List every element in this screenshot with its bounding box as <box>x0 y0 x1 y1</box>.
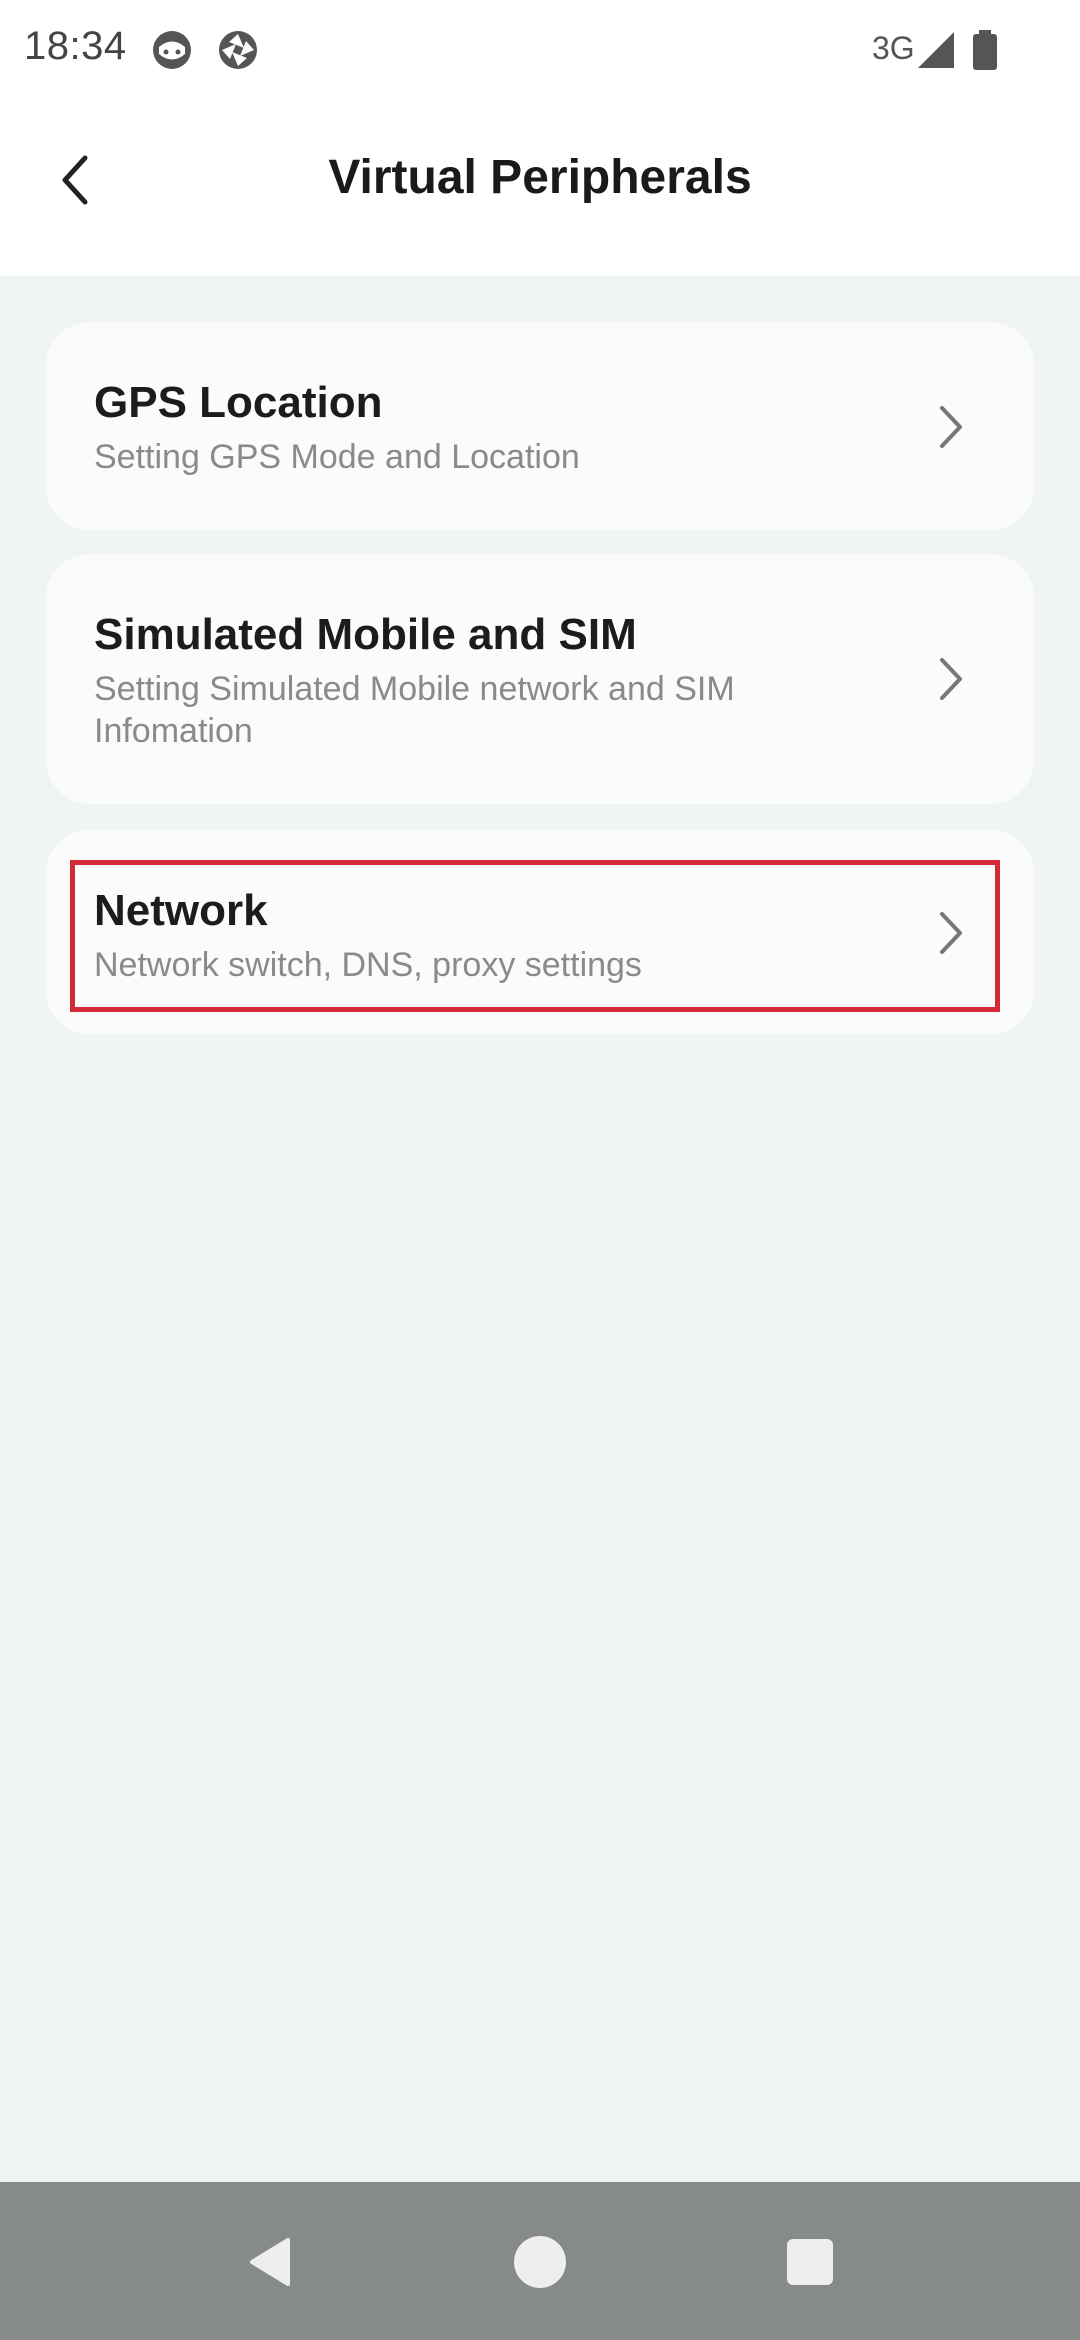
nav-recents-button[interactable] <box>770 2222 850 2302</box>
nav-home-button[interactable] <box>500 2222 580 2302</box>
item-subtitle: Setting Simulated Mobile network and SIM… <box>94 670 735 750</box>
chevron-right-icon <box>940 406 962 448</box>
status-bar: 18:34 3G <box>0 0 1080 100</box>
app-header: Virtual Peripherals <box>0 100 1080 276</box>
back-triangle-icon <box>250 2238 290 2286</box>
system-nav-bar <box>0 2182 1080 2340</box>
highlight-box <box>70 860 1000 1012</box>
face-icon <box>150 28 194 72</box>
battery-icon <box>970 28 1014 72</box>
signal-icon <box>916 30 960 74</box>
nav-back-button[interactable] <box>230 2222 310 2302</box>
chevron-right-icon <box>940 658 962 700</box>
status-time: 18:34 <box>24 24 127 68</box>
item-title: GPS Location <box>94 378 383 427</box>
network-type: 3G <box>872 30 915 66</box>
item-title: Simulated Mobile and SIM <box>94 610 637 659</box>
page-title: Virtual Peripherals <box>328 151 752 204</box>
recents-square-icon <box>787 2239 833 2285</box>
settings-item-gps-location[interactable]: GPS Location Setting GPS Mode and Locati… <box>46 322 1034 530</box>
shutter-icon <box>216 28 260 72</box>
settings-item-simulated-mobile-sim[interactable]: Simulated Mobile and SIM Setting Simulat… <box>46 554 1034 804</box>
item-subtitle: Setting GPS Mode and Location <box>94 438 580 476</box>
home-circle-icon <box>514 2236 566 2288</box>
